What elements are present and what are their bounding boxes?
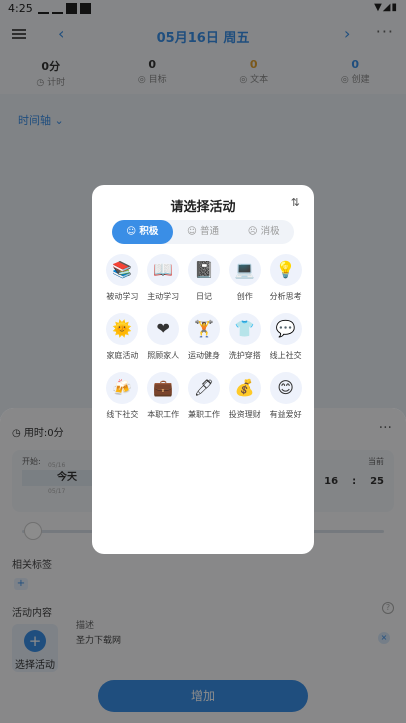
t-shirt-icon: 👕	[228, 313, 261, 345]
activity-item[interactable]: 💼 本职工作	[143, 372, 184, 420]
notebook-icon: 📓	[187, 254, 220, 286]
activity-item[interactable]: 🌞 家庭活动	[102, 313, 143, 361]
activity-label: 主动学习	[147, 292, 180, 301]
mood-tabs: ☺ 积极 ☺ 普通 ☹ 消极	[112, 220, 294, 244]
activity-label: 运动健身	[187, 351, 220, 360]
activity-label: 投资理财	[228, 410, 261, 419]
books-icon: 📚	[106, 254, 139, 286]
briefcase-icon: 💼	[147, 372, 180, 404]
activity-item[interactable]: 💰 投资理财	[224, 372, 265, 420]
activity-label: 家庭活动	[106, 351, 139, 360]
activity-label: 本职工作	[147, 410, 180, 419]
activity-item[interactable]: 🖊 兼职工作	[184, 372, 225, 420]
activity-item[interactable]: 📓 日记	[184, 254, 225, 302]
tab-normal[interactable]: ☺ 普通	[173, 220, 234, 244]
smile-icon: 😊	[269, 372, 302, 404]
cheers-icon: 🍻	[106, 372, 139, 404]
pen-icon: 🖊	[187, 372, 220, 404]
sort-icon[interactable]: ⇅	[291, 196, 300, 209]
open-book-icon: 📖	[147, 254, 180, 286]
activity-item[interactable]: 💡 分析思考	[265, 254, 306, 302]
activity-item[interactable]: 🍻 线下社交	[102, 372, 143, 420]
chat-icon: 💬	[269, 313, 302, 345]
activity-item[interactable]: 😊 有益爱好	[265, 372, 306, 420]
activity-label: 线上社交	[269, 351, 302, 360]
heart-icon: ❤	[147, 313, 180, 345]
light-bulb-icon: 💡	[269, 254, 302, 286]
activity-label: 有益爱好	[269, 410, 302, 419]
activity-label: 线下社交	[106, 410, 139, 419]
weightlifter-icon: 🏋	[187, 313, 220, 345]
activity-item[interactable]: 📖 主动学习	[143, 254, 184, 302]
activity-label: 创作	[236, 292, 253, 301]
sun-icon: 🌞	[106, 313, 139, 345]
tab-negative[interactable]: ☹ 消极	[233, 220, 294, 244]
tab-positive[interactable]: ☺ 积极	[112, 220, 173, 244]
activity-label: 被动学习	[106, 292, 139, 301]
activity-item[interactable]: 📚 被动学习	[102, 254, 143, 302]
activity-label: 兼职工作	[187, 410, 220, 419]
activity-label: 日记	[195, 292, 212, 301]
select-activity-dialog: 请选择活动 ⇅ ☺ 积极 ☺ 普通 ☹ 消极 📚 被动学习 📖 主动学习 📓 日记 💻 创作 💡…	[92, 185, 314, 554]
activity-label: 照顾家人	[147, 351, 180, 360]
activity-item[interactable]: 💻 创作	[224, 254, 265, 302]
activity-item[interactable]: 💬 线上社交	[265, 313, 306, 361]
activity-item[interactable]: ❤ 照顾家人	[143, 313, 184, 361]
activity-label: 分析思考	[269, 292, 302, 301]
activity-grid: 📚 被动学习 📖 主动学习 📓 日记 💻 创作 💡 分析思考 🌞 家庭活动 ❤ 照顾家人 🏋 运动健身 👕 洗护穿…	[102, 254, 306, 420]
dialog-title: 请选择活动	[170, 200, 236, 215]
activity-item[interactable]: 👕 洗护穿搭	[224, 313, 265, 361]
activity-item[interactable]: 🏋 运动健身	[184, 313, 225, 361]
money-bag-icon: 💰	[228, 372, 261, 404]
activity-label: 洗护穿搭	[228, 351, 261, 360]
laptop-icon: 💻	[228, 254, 261, 286]
